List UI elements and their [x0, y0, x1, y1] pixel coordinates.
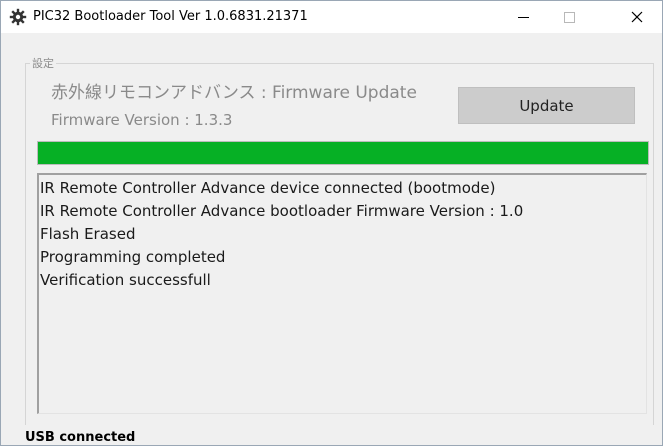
close-button[interactable] [612, 1, 662, 33]
progress-bar-fill [38, 142, 648, 164]
close-icon [631, 11, 643, 23]
status-bar: USB connected [1, 425, 662, 445]
log-line: IR Remote Controller Advance bootloader … [40, 202, 524, 220]
groupbox-legend: 設定 [30, 55, 56, 71]
client-area: 設定 赤外線リモコンアドバンス : Firmware Update Firmwa… [1, 33, 662, 445]
progress-bar [37, 141, 649, 165]
log-line: Verification successfull [40, 271, 211, 289]
app-window: PIC32 Bootloader Tool Ver 1.0.6831.21371… [0, 0, 663, 446]
log-line: Flash Erased [40, 225, 136, 243]
gear-icon [9, 8, 27, 26]
maximize-button[interactable] [546, 1, 592, 33]
minimize-icon [517, 16, 529, 18]
log-line: IR Remote Controller Advance device conn… [40, 179, 496, 197]
window-title: PIC32 Bootloader Tool Ver 1.0.6831.21371 [33, 9, 308, 24]
firmware-update-title: 赤外線リモコンアドバンス : Firmware Update [51, 83, 417, 103]
log-textbox[interactable]: IR Remote Controller Advance device conn… [37, 173, 647, 414]
status-text: USB connected [25, 430, 136, 445]
log-line: Programming completed [40, 248, 226, 266]
maximize-icon [563, 11, 575, 23]
title-bar[interactable]: PIC32 Bootloader Tool Ver 1.0.6831.21371 [1, 1, 662, 33]
firmware-version-label: Firmware Version : 1.3.3 [51, 111, 233, 129]
update-button[interactable]: Update [458, 87, 635, 124]
minimize-button[interactable] [500, 1, 546, 33]
